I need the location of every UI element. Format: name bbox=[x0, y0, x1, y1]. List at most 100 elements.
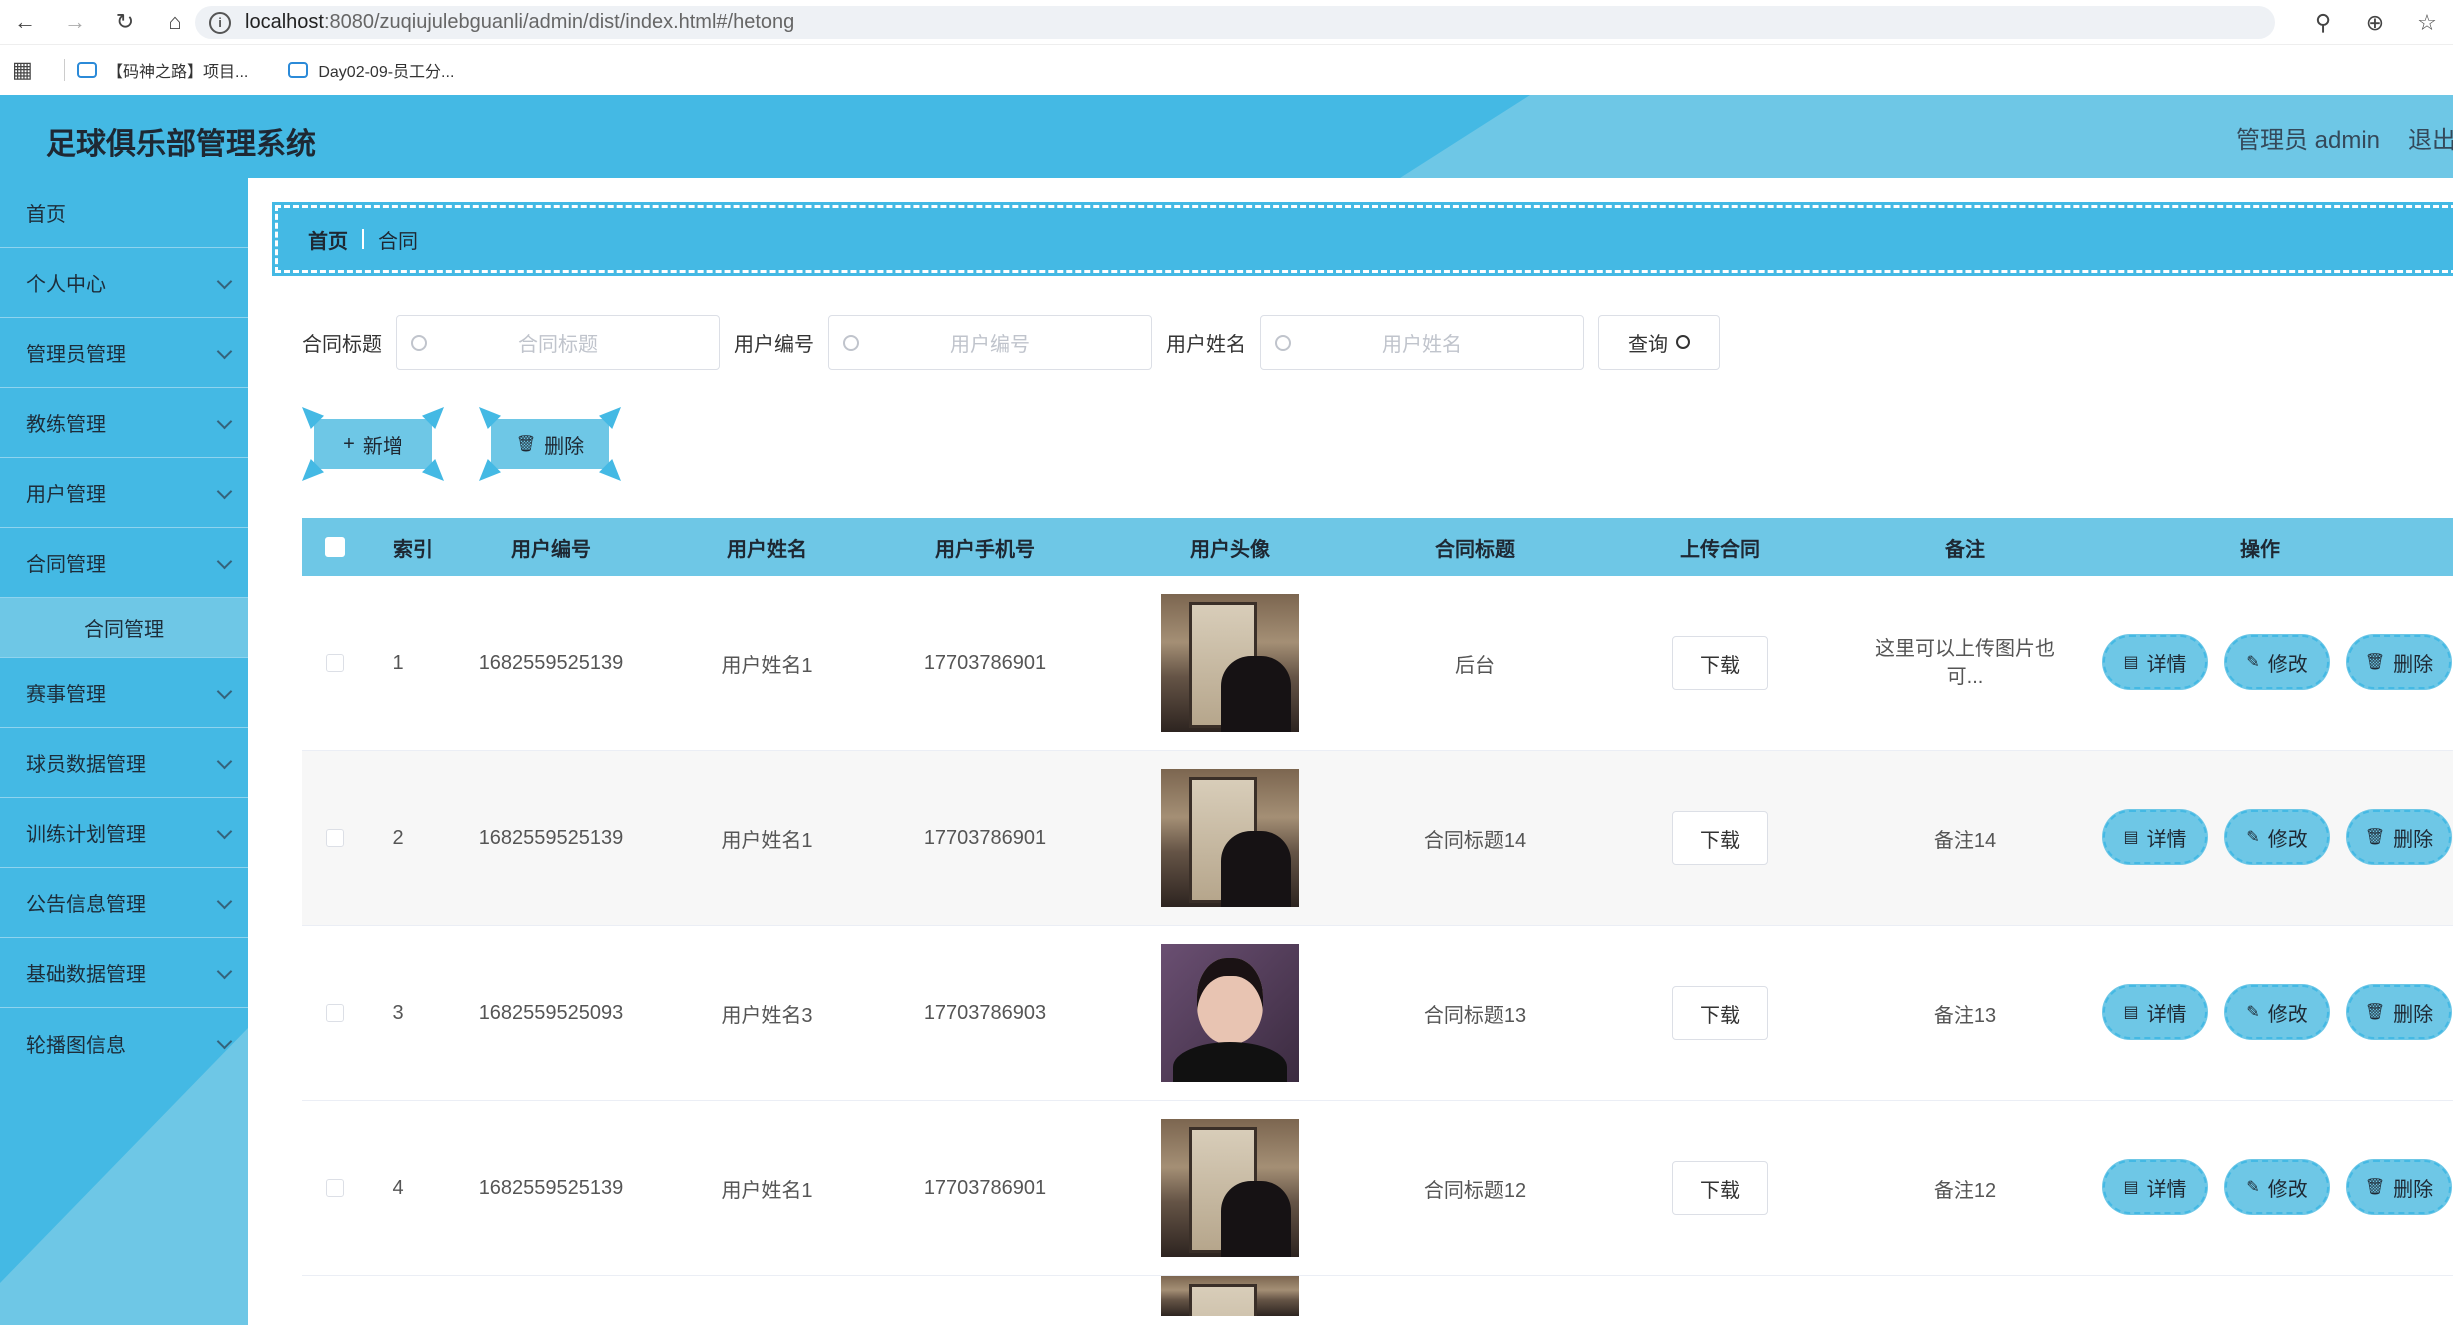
sidebar-item-coaches[interactable]: 教练管理 bbox=[0, 388, 248, 458]
back-icon[interactable]: ← bbox=[0, 0, 50, 45]
th-remark: 备注 bbox=[1945, 538, 1985, 561]
user-avatar-image bbox=[1161, 1119, 1299, 1257]
sidebar-item-users[interactable]: 用户管理 bbox=[0, 458, 248, 528]
document-icon: ▤ bbox=[2123, 1004, 2139, 1021]
th-operations: 操作 bbox=[2240, 538, 2280, 561]
cell-user-no: 1682559525139 bbox=[478, 1176, 624, 1199]
chevron-down-icon bbox=[216, 1033, 233, 1050]
zoom-icon[interactable]: ⊕ bbox=[2349, 10, 2401, 36]
delete-button[interactable]: 🗑 删除 bbox=[2346, 634, 2452, 690]
apps-grid-icon[interactable]: ▦ bbox=[12, 57, 52, 83]
bilibili-icon bbox=[77, 62, 97, 78]
th-user-no: 用户编号 bbox=[511, 538, 591, 561]
row-checkbox[interactable] bbox=[326, 829, 344, 847]
cell-index: 3 bbox=[392, 1001, 404, 1024]
cell-user-name: 用户姓名1 bbox=[721, 654, 813, 677]
user-no-input[interactable]: 用户编号 bbox=[828, 314, 1152, 370]
browser-toolbar: ← → ↻ ⌂ i localhost :8080/zuqiujulebguan… bbox=[0, 0, 2453, 45]
pencil-icon: ✎ bbox=[2246, 1004, 2260, 1021]
row-checkbox[interactable] bbox=[326, 1004, 344, 1022]
sidebar-item-label: 轮播图信息 bbox=[26, 1034, 126, 1057]
table-row bbox=[302, 1276, 2453, 1316]
select-all-cell bbox=[302, 518, 368, 576]
delete-button[interactable]: 🗑 删除 bbox=[2346, 809, 2452, 865]
search-icon bbox=[1676, 335, 1690, 349]
bookmark-1[interactable]: 【码神之路】项目... bbox=[77, 58, 248, 82]
sidebar-item-training[interactable]: 训练计划管理 bbox=[0, 798, 248, 868]
edit-button[interactable]: ✎ 修改 bbox=[2224, 1159, 2330, 1215]
url-host: localhost bbox=[245, 11, 324, 33]
sidebar-item-label: 训练计划管理 bbox=[26, 824, 146, 846]
user-name-input[interactable]: 用户姓名 bbox=[1260, 314, 1584, 370]
add-button[interactable]: + 新增 bbox=[302, 407, 444, 481]
sidebar-item-label: 合同管理 bbox=[26, 554, 106, 576]
table-row: 1 1682559525139 用户姓名1 17703786901 后台 下载 … bbox=[302, 576, 2453, 751]
delete-button[interactable]: 🗑 删除 bbox=[2346, 1159, 2452, 1215]
edit-button[interactable]: ✎ 修改 bbox=[2224, 809, 2330, 865]
document-icon: ▤ bbox=[2123, 1179, 2139, 1196]
detail-button[interactable]: ▤ 详情 bbox=[2102, 984, 2208, 1040]
sidebar-item-player-data[interactable]: 球员数据管理 bbox=[0, 728, 248, 798]
sidebar-item-home[interactable]: 首页 bbox=[0, 178, 248, 248]
user-avatar-image bbox=[1161, 769, 1299, 907]
user-name-placeholder: 用户姓名 bbox=[1382, 333, 1462, 356]
trash-icon: 🗑 bbox=[2364, 654, 2386, 671]
download-button[interactable]: 下载 bbox=[1672, 986, 1768, 1040]
row-checkbox[interactable] bbox=[326, 1179, 344, 1197]
address-bar[interactable]: i localhost :8080/zuqiujulebguanli/admin… bbox=[195, 6, 2275, 39]
contract-title-input[interactable]: 合同标题 bbox=[396, 314, 720, 370]
forward-icon[interactable]: → bbox=[50, 0, 100, 45]
chevron-down-icon bbox=[216, 823, 233, 840]
cell-contract-title: 合同标题13 bbox=[1423, 1004, 1527, 1027]
cell-remark: 这里可以上传图片也可... bbox=[1870, 576, 2060, 750]
cell-index: 2 bbox=[392, 826, 404, 849]
detail-button[interactable]: ▤ 详情 bbox=[2102, 634, 2208, 690]
sidebar-item-label: 管理员管理 bbox=[26, 344, 126, 366]
sidebar-item-contracts[interactable]: 合同管理 bbox=[0, 528, 248, 598]
search-icon bbox=[1275, 334, 1291, 351]
detail-button-label: 详情 bbox=[2146, 653, 2187, 676]
sidebar-subitem-contracts[interactable]: 合同管理 bbox=[0, 598, 248, 658]
home-icon[interactable]: ⌂ bbox=[150, 0, 200, 45]
reload-icon[interactable]: ↻ bbox=[100, 0, 150, 45]
th-index: 索引 bbox=[393, 538, 433, 561]
cell-user-name: 用户姓名1 bbox=[721, 829, 813, 852]
batch-delete-button[interactable]: 🗑 删除 bbox=[479, 407, 621, 481]
edit-button[interactable]: ✎ 修改 bbox=[2224, 634, 2330, 690]
bookmark-2[interactable]: Day02-09-员工分... bbox=[288, 58, 454, 82]
cell-remark: 备注14 bbox=[1933, 829, 1997, 852]
query-button-label: 查询 bbox=[1628, 333, 1668, 356]
select-all-checkbox[interactable] bbox=[325, 537, 345, 557]
detail-button[interactable]: ▤ 详情 bbox=[2102, 1159, 2208, 1215]
edit-button[interactable]: ✎ 修改 bbox=[2224, 984, 2330, 1040]
sidebar-item-base-data[interactable]: 基础数据管理 bbox=[0, 938, 248, 1008]
sidebar-item-profile[interactable]: 个人中心 bbox=[0, 248, 248, 318]
current-user: 管理员 admin bbox=[2236, 127, 2381, 154]
sidebar-item-matches[interactable]: 赛事管理 bbox=[0, 658, 248, 728]
download-button[interactable]: 下载 bbox=[1672, 1161, 1768, 1215]
star-icon[interactable]: ☆ bbox=[2401, 10, 2453, 36]
th-contract-title: 合同标题 bbox=[1435, 538, 1515, 561]
trash-icon: 🗑 bbox=[2364, 1004, 2386, 1021]
logout-link[interactable]: 退出 bbox=[2408, 120, 2453, 155]
detail-button[interactable]: ▤ 详情 bbox=[2102, 809, 2208, 865]
breadcrumb-home[interactable]: 首页 bbox=[308, 225, 348, 254]
sidebar-item-notices[interactable]: 公告信息管理 bbox=[0, 868, 248, 938]
sidebar-item-carousel[interactable]: 轮播图信息 bbox=[0, 1008, 248, 1078]
row-checkbox[interactable] bbox=[326, 654, 344, 672]
detail-button-label: 详情 bbox=[2146, 1003, 2187, 1026]
th-avatar: 用户头像 bbox=[1190, 538, 1270, 561]
cell-user-no: 1682559525139 bbox=[478, 826, 624, 849]
bookmark-label: 【码神之路】项目... bbox=[107, 64, 249, 81]
trash-icon: 🗑 bbox=[515, 436, 537, 453]
delete-button[interactable]: 🗑 删除 bbox=[2346, 984, 2452, 1040]
key-icon[interactable]: ⚲ bbox=[2297, 10, 2349, 36]
cell-contract-title: 合同标题14 bbox=[1423, 829, 1527, 852]
sidebar-item-label: 首页 bbox=[26, 204, 66, 226]
download-button[interactable]: 下载 bbox=[1672, 811, 1768, 865]
query-button[interactable]: 查询 bbox=[1598, 314, 1720, 370]
chevron-down-icon bbox=[216, 683, 233, 700]
site-info-icon[interactable]: i bbox=[209, 11, 231, 34]
sidebar-item-admins[interactable]: 管理员管理 bbox=[0, 318, 248, 388]
download-button[interactable]: 下载 bbox=[1672, 636, 1768, 690]
